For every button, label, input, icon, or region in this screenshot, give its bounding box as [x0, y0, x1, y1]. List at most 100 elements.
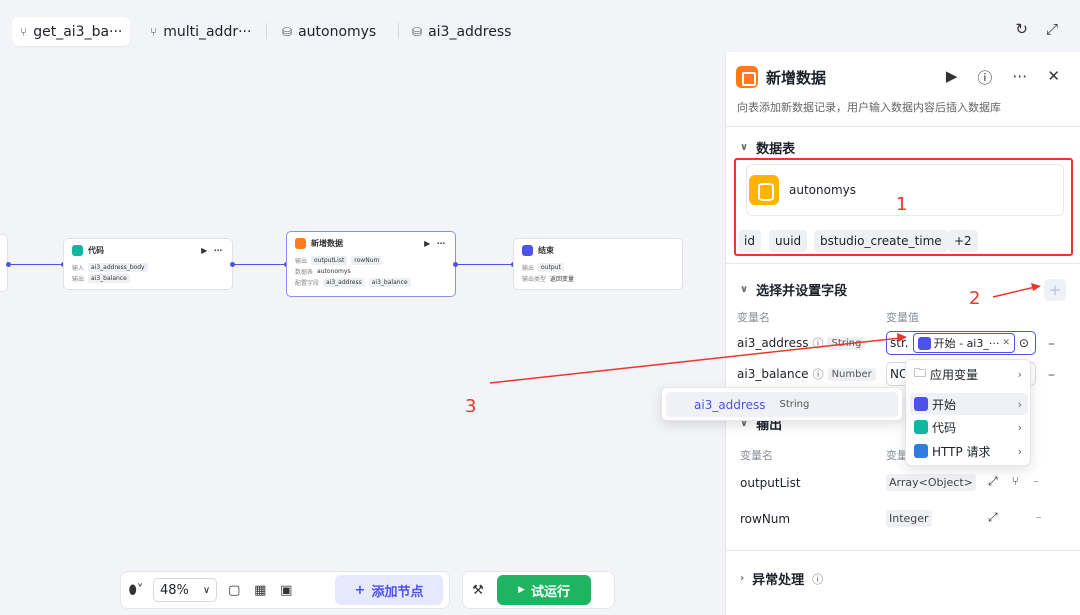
field-value-input[interactable]: str. 开始 - ai3_··· ✕ ⊙	[886, 331, 1036, 355]
node-row-label: 输入	[72, 265, 85, 272]
menu-item-code[interactable]: 代码 ›	[910, 416, 1028, 438]
section-title: 异常处理	[752, 573, 805, 588]
zoom-value: 48%	[160, 582, 189, 598]
add-data-node[interactable]: 新增数据 ▶ ⋯ 输出 outputList rowNum 数据表 autonomys…	[286, 231, 456, 297]
tab-label: ai3_address	[428, 23, 512, 40]
chevron-right-icon: ›	[1017, 397, 1022, 411]
tab-divider	[398, 23, 399, 39]
node-row-label: 配置字段	[295, 280, 320, 287]
info-icon: ⓘ	[812, 572, 824, 586]
edge	[233, 264, 287, 265]
node-actions-icon[interactable]: ▶ ⋯	[201, 246, 224, 255]
play-icon[interactable]: ▶	[946, 67, 958, 88]
close-icon[interactable]: ✕	[1002, 338, 1010, 348]
workflow-icon: ⑂	[150, 24, 158, 39]
column-header: 变量名	[737, 311, 770, 324]
grid-icon[interactable]: ▦	[251, 583, 269, 598]
test-run-button[interactable]: ▶ 试运行	[497, 575, 591, 605]
zoom-select[interactable]: 48% ∨	[153, 578, 218, 602]
fields-section-header[interactable]: ∨ 选择并设置字段	[740, 280, 847, 299]
close-icon[interactable]: ✕	[1047, 67, 1060, 88]
column-header: 变量值	[886, 311, 919, 324]
chevron-right-icon: ›	[1017, 444, 1022, 458]
remove-field-button[interactable]: –	[1048, 336, 1055, 352]
submenu-item-ai3-address[interactable]: ai3_address String	[666, 392, 898, 417]
output-row-actions: ⤢ –	[988, 510, 1042, 525]
output-chip: output	[538, 263, 564, 272]
menu-item-start[interactable]: 开始 ›	[910, 393, 1028, 415]
node-row-label: 输出类型	[522, 276, 547, 283]
field-tag: bstudio_create_time	[814, 230, 948, 252]
menu-item-http-request[interactable]: HTTP 请求 ›	[910, 440, 1028, 462]
target-icon[interactable]: ⊙	[1019, 336, 1029, 350]
edge	[8, 264, 64, 265]
info-icon: ⓘ	[812, 368, 824, 381]
help-icon[interactable]: ⓘ	[977, 67, 992, 88]
database-icon	[749, 175, 779, 205]
node-title: 新增数据	[311, 239, 343, 248]
variable-submenu: ai3_address String	[661, 387, 903, 421]
more-icon[interactable]: ⋯	[1012, 67, 1027, 88]
mouse-icon[interactable]: ⬮˅	[127, 583, 145, 598]
db-value: autonomys	[317, 268, 351, 275]
output-row-actions: ⤢ ⑂ –	[988, 474, 1039, 489]
add-field-button[interactable]: +	[1044, 279, 1066, 301]
tab-multi-address[interactable]: ⑂ multi_addr···	[142, 17, 259, 46]
folder-icon: 🗀	[914, 365, 927, 380]
expand-icon[interactable]: ⤢	[988, 474, 998, 489]
code-node[interactable]: 代码 ▶ ⋯ 输入 ai3_address_body 输出 ai3_balance	[63, 238, 233, 290]
start-icon	[914, 397, 928, 411]
wrench-icon[interactable]: ⚒	[469, 583, 487, 598]
field-name: ai3_address	[737, 336, 809, 350]
field-tag: id	[738, 230, 761, 252]
output-name: outputList	[740, 476, 801, 490]
menu-item-app-variables[interactable]: 🗀 应用变量 ›	[910, 363, 1028, 385]
expand-icon[interactable]: ⤢	[1046, 20, 1058, 38]
divider	[726, 550, 1080, 551]
field-chip: ai3_balance	[368, 278, 411, 287]
node-config-panel: 新增数据 ▶ ⓘ ⋯ ✕ 向表添加新数据记录，用户输入数据内容后插入数据库 ∨ …	[725, 52, 1080, 615]
table-section-header[interactable]: ∨ 数据表	[740, 138, 795, 157]
port-dot	[6, 262, 11, 267]
field-chip: ai3_address	[323, 278, 365, 287]
menu-label: 代码	[932, 420, 957, 435]
plus-icon: +	[354, 582, 366, 598]
comment-icon[interactable]: ▢	[225, 583, 243, 598]
add-node-button[interactable]: + 添加节点	[335, 575, 443, 605]
type-value: 返回变量	[550, 276, 575, 283]
remove-field-button[interactable]: –	[1048, 367, 1055, 383]
branch-icon[interactable]: ⑂	[1012, 474, 1019, 489]
http-icon	[914, 444, 928, 458]
database-icon: ⛁	[412, 24, 423, 39]
menu-label: HTTP 请求	[932, 444, 991, 459]
tab-autonomys[interactable]: ⛁ autonomys	[274, 17, 384, 46]
node-actions-icon[interactable]: ▶ ⋯	[424, 239, 447, 248]
variable-reference[interactable]: 开始 - ai3_··· ✕	[912, 333, 1015, 353]
annotation-3: 3	[465, 396, 477, 417]
workflow-canvas[interactable]: 代码 ▶ ⋯ 输入 ai3_address_body 输出 ai3_balance …	[0, 56, 725, 615]
start-icon	[917, 336, 931, 350]
code-icon	[72, 245, 83, 256]
column-header: 变量名	[740, 449, 773, 462]
tab-label: multi_addr···	[163, 23, 252, 40]
node-row-label: 数据表	[295, 269, 314, 276]
code-icon	[914, 420, 928, 434]
field-tag: uuid	[769, 230, 808, 252]
remove-icon[interactable]: –	[1036, 510, 1042, 525]
tab-ai3-address[interactable]: ⛁ ai3_address	[404, 17, 519, 46]
input-chip: ai3_address_body	[88, 263, 148, 272]
error-section-header[interactable]: › 异常处理 ⓘ	[740, 569, 824, 589]
chevron-down-icon: ∨	[740, 284, 749, 295]
tab-get-ai3-balance[interactable]: ⑂ get_ai3_ba···	[12, 17, 131, 46]
annotation-1: 1	[896, 194, 908, 215]
variable-picker-dropdown: 🗀 应用变量 › 开始 › 代码 › HTTP 请求 ›	[905, 359, 1031, 466]
end-node[interactable]: 结束 输出 output 输出类型 返回变量	[513, 238, 683, 290]
output-type: Integer	[886, 510, 932, 527]
expand-icon[interactable]: ⤢	[988, 510, 998, 525]
refresh-icon[interactable]: ↻	[1015, 20, 1028, 38]
type-chip: String	[775, 398, 814, 411]
remove-icon[interactable]: –	[1033, 474, 1039, 489]
panel-description: 向表添加新数据记录，用户输入数据内容后插入数据库	[737, 101, 1001, 114]
output-name: rowNum	[740, 512, 791, 526]
minimap-icon[interactable]: ▣	[277, 583, 295, 598]
